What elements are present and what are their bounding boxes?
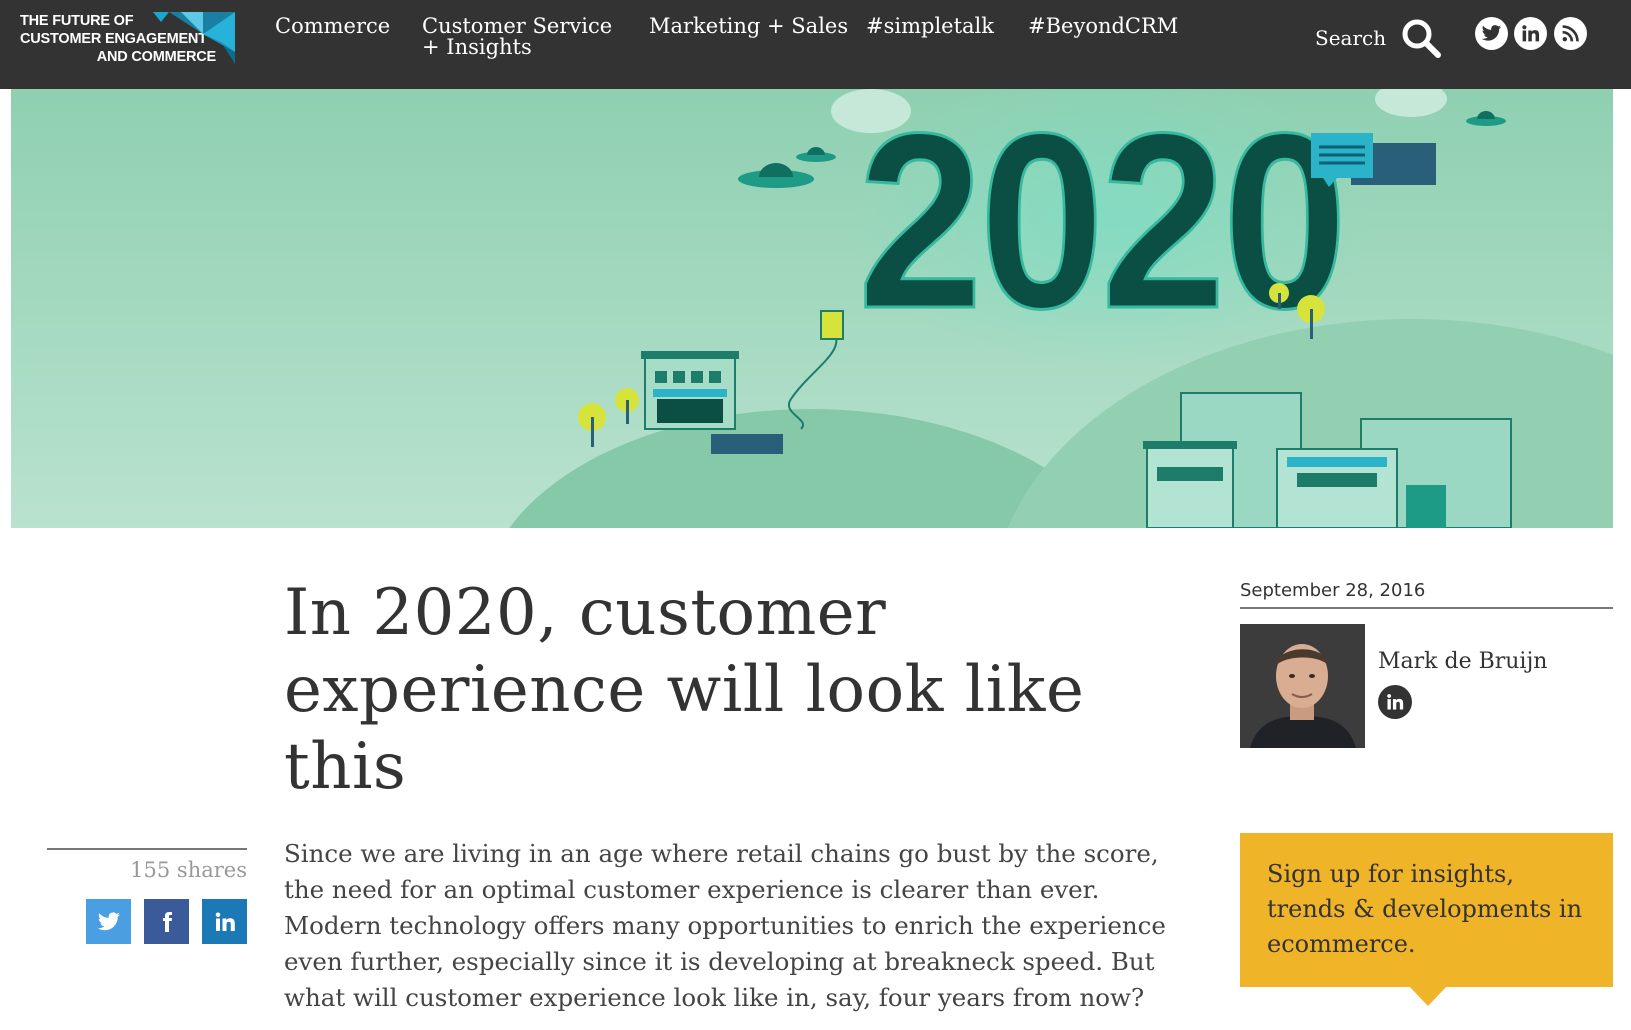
date-divider	[1240, 607, 1613, 609]
top-navigation-bar: THE FUTURE OF CUSTOMER ENGAGEMENT AND CO…	[0, 0, 1631, 89]
signup-text: Sign up for insights, trends & developme…	[1267, 860, 1583, 958]
nav-customer-service-line2: + Insights	[422, 35, 532, 59]
linkedin-icon	[1522, 25, 1540, 42]
header-rss-link[interactable]	[1554, 17, 1587, 50]
linkedin-icon	[1387, 694, 1404, 710]
share-count: 155 shares	[130, 858, 247, 882]
twitter-icon	[97, 911, 120, 930]
newsletter-signup-box[interactable]: Sign up for insights, trends & developme…	[1240, 833, 1613, 987]
header-twitter-link[interactable]	[1475, 17, 1508, 50]
nav-customer-service-insights[interactable]: Customer Service + Insights	[422, 16, 612, 58]
nav-simpletalk[interactable]: #simpletalk	[866, 16, 994, 37]
search-button[interactable]: Search	[1315, 18, 1442, 58]
header-linkedin-link[interactable]	[1514, 17, 1547, 50]
linkedin-icon	[215, 912, 235, 931]
hero-2020-graphic: 2020	[11, 89, 1613, 528]
twitter-icon	[1481, 25, 1502, 41]
shares-divider	[47, 848, 247, 850]
search-icon	[1402, 19, 1442, 58]
share-facebook-button[interactable]	[144, 899, 189, 944]
signup-pointer	[1409, 986, 1447, 1006]
author-linkedin-link[interactable]	[1378, 685, 1412, 719]
hero-illustration: 2020	[11, 89, 1613, 528]
nav-beyond-crm[interactable]: #BeyondCRM	[1028, 16, 1178, 37]
logo-triangles-icon	[153, 12, 235, 64]
share-linkedin-button[interactable]	[202, 899, 247, 944]
search-label: Search	[1315, 26, 1387, 50]
article-lede: Since we are living in an age where reta…	[284, 839, 1166, 1012]
publish-date: September 28, 2016	[1240, 580, 1426, 601]
author-portrait-icon	[1240, 624, 1365, 748]
avatar[interactable]	[1240, 624, 1365, 748]
nav-marketing-sales[interactable]: Marketing + Sales	[649, 16, 848, 37]
facebook-icon	[162, 911, 172, 932]
nav-customer-service-line1: Customer Service	[422, 14, 613, 38]
share-twitter-button[interactable]	[86, 899, 131, 944]
article-title: In 2020, customer experience will look l…	[284, 576, 1085, 804]
rss-icon	[1562, 25, 1579, 42]
hero-year-text: 2020	[858, 89, 1344, 361]
nav-commerce[interactable]: Commerce	[275, 16, 390, 37]
site-logo[interactable]: THE FUTURE OF CUSTOMER ENGAGEMENT AND CO…	[20, 12, 235, 68]
author-name[interactable]: Mark de Bruijn	[1378, 649, 1547, 674]
